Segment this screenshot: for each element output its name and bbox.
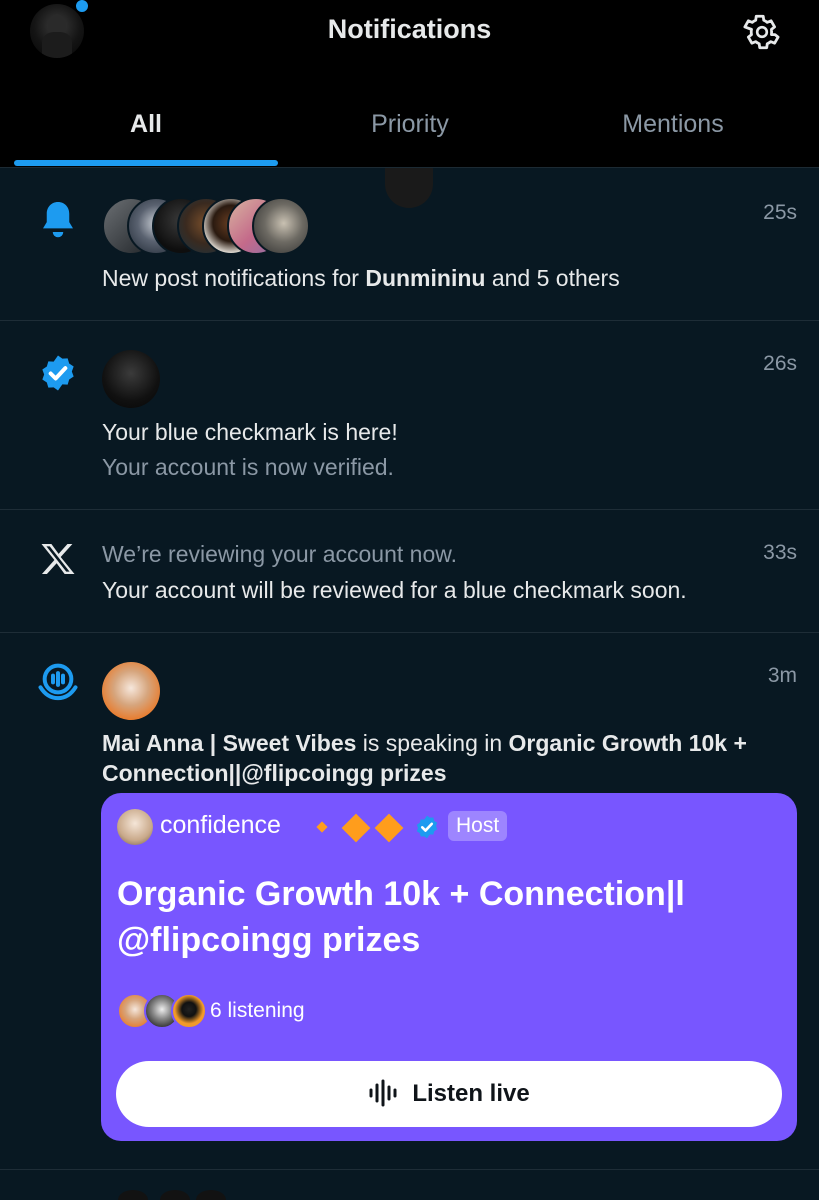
host-badge: Host — [448, 811, 508, 841]
notification-text: Mai Anna | Sweet Vibes is speaking in Or… — [102, 730, 747, 786]
listener-count: 6 listening — [210, 999, 305, 1022]
avatar[interactable] — [102, 350, 160, 408]
space-title: Organic Growth 10k + Connection|l @flipc… — [117, 875, 685, 959]
host-avatar — [117, 809, 153, 845]
top-bar: Notifications All Priority Mentions — [0, 0, 819, 168]
username-bold: Dunmininu — [365, 265, 486, 291]
notification-title: Your blue checkmark is here! — [102, 419, 398, 445]
timestamp: 33s — [763, 541, 797, 564]
speaker-name: Mai Anna | Sweet Vibes — [102, 730, 357, 756]
timestamp: 25s — [763, 201, 797, 224]
gear-icon[interactable] — [741, 11, 783, 53]
listen-live-label: Listen live — [412, 1080, 530, 1107]
page-title: Notifications — [327, 14, 492, 44]
notification-text: New post notifications for Dunmininu and… — [102, 265, 620, 291]
active-tab-indicator — [14, 160, 278, 166]
timestamp: 3m — [767, 664, 797, 687]
unread-dot — [74, 0, 90, 14]
avatar[interactable] — [102, 662, 160, 720]
notification-title: We’re reviewing your account now. — [102, 541, 457, 567]
avatar — [171, 993, 207, 1029]
diamond-icon — [374, 813, 404, 843]
notification-subtitle: Your account will be reviewed for a blue… — [102, 577, 687, 603]
verified-badge-icon — [416, 815, 438, 839]
spaces-icon — [38, 663, 78, 701]
verified-badge-icon — [42, 355, 74, 391]
listen-live-button[interactable]: Listen live — [116, 1061, 782, 1127]
tab-all[interactable]: All — [14, 110, 278, 139]
notification-review[interactable]: 33s We’re reviewing your account now. Yo… — [0, 510, 819, 633]
notification-subtitle: Your account is now verified. — [102, 454, 394, 480]
audio-wave-icon — [369, 1079, 397, 1107]
avatar[interactable] — [252, 197, 310, 255]
space-card[interactable]: confidence Host Organic Growth 10k + Con… — [101, 793, 797, 1141]
bell-icon — [43, 202, 73, 238]
host-name: confidence — [160, 811, 281, 839]
diamond-icon — [341, 813, 371, 843]
next-item-avatar — [118, 1190, 148, 1200]
x-logo-icon — [41, 544, 75, 574]
next-item-avatar — [160, 1190, 190, 1200]
notification-verified[interactable]: 26s Your blue checkmark is here! Your ac… — [0, 321, 819, 510]
tab-bar: All Priority Mentions — [0, 100, 819, 168]
timestamp: 26s — [763, 352, 797, 375]
tab-mentions[interactable]: Mentions — [541, 110, 805, 139]
next-item-avatar — [196, 1190, 226, 1200]
tab-priority[interactable]: Priority — [278, 110, 542, 139]
diamond-small-icon — [316, 821, 328, 833]
